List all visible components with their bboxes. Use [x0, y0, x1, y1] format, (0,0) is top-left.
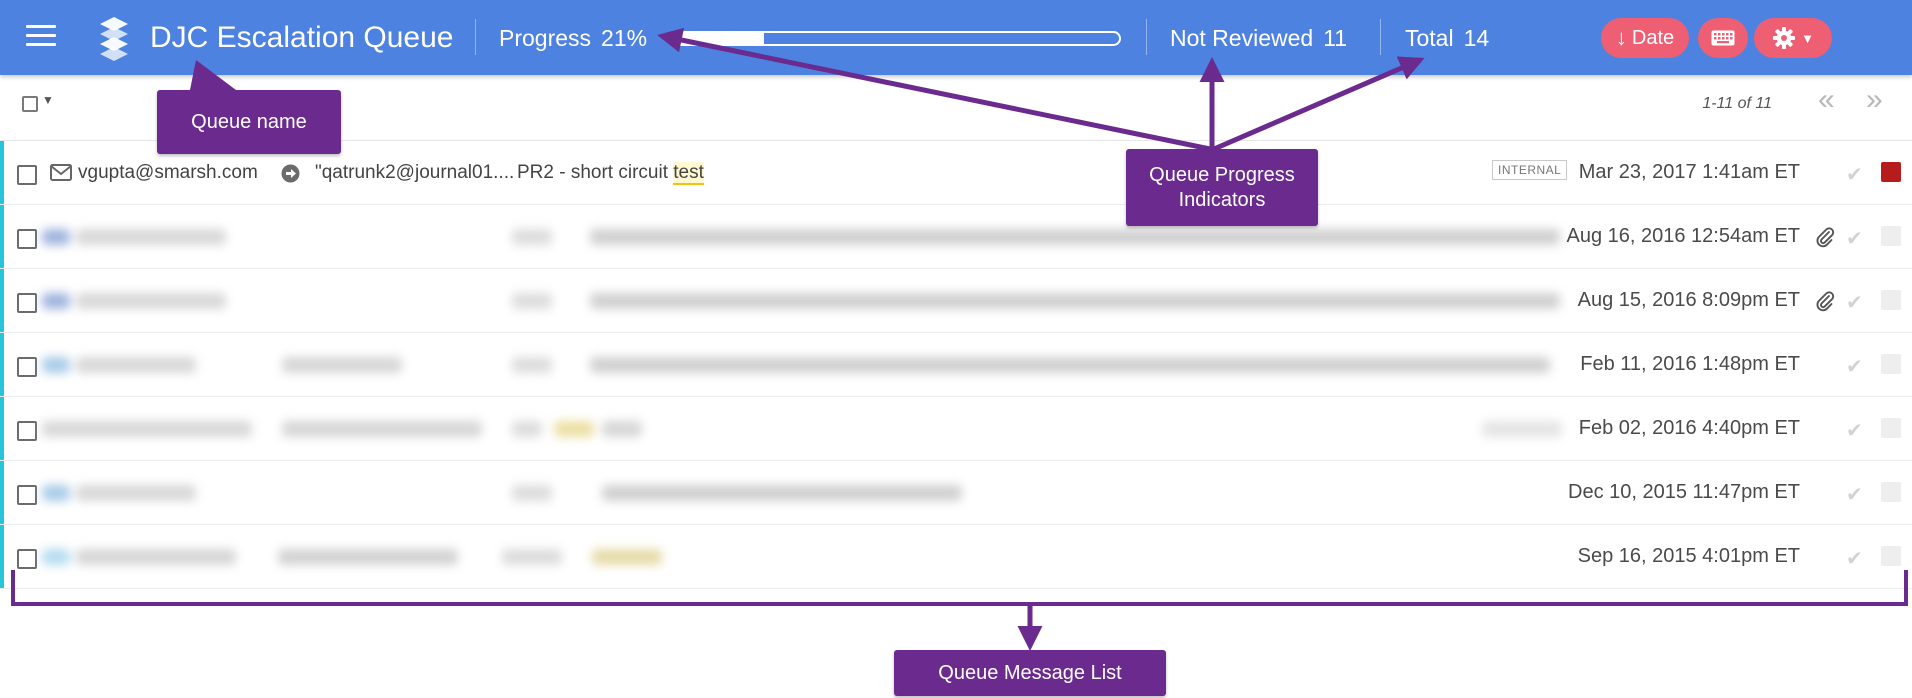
status-marker[interactable]	[1881, 290, 1901, 310]
paperclip-icon	[1816, 291, 1835, 312]
row-checkbox[interactable]	[17, 165, 37, 185]
sender: vgupta@smarsh.com	[78, 162, 258, 183]
message-row[interactable]: Sep 16, 2015 4:01pm ET ✔	[0, 525, 1912, 589]
last-page-icon[interactable]: »	[1866, 85, 1883, 115]
check-icon[interactable]: ✔	[1846, 418, 1863, 443]
queue-message-list-callout: Queue Message List	[894, 650, 1166, 696]
logo-icon	[100, 17, 128, 61]
select-options-caret-icon[interactable]: ▼	[42, 93, 54, 107]
message-date: Mar 23, 2017 1:41am ET	[1578, 161, 1800, 183]
progress-indicator: Progress 21%	[499, 22, 647, 54]
check-icon[interactable]: ✔	[1846, 290, 1863, 315]
check-icon[interactable]: ✔	[1846, 354, 1863, 379]
queue-name-callout: Queue name	[157, 90, 341, 154]
select-all-checkbox[interactable]	[22, 96, 38, 112]
message-date: Sep 16, 2015 4:01pm ET	[1577, 545, 1800, 567]
row-checkbox[interactable]	[17, 293, 37, 313]
paperclip-icon	[1816, 227, 1835, 248]
redacted-message-content	[42, 535, 1572, 579]
app-header: DJC Escalation Queue Progress 21% Not Rev…	[0, 0, 1912, 75]
callout-line: Indicators	[1178, 188, 1266, 211]
mail-icon	[50, 164, 72, 181]
subject-highlight: test	[673, 162, 704, 185]
status-marker[interactable]	[1881, 418, 1901, 438]
check-icon[interactable]: ✔	[1846, 546, 1863, 571]
status-marker[interactable]	[1881, 354, 1901, 374]
gear-icon	[1773, 27, 1796, 49]
message-date: Feb 11, 2016 1:48pm ET	[1580, 353, 1800, 375]
unread-indicator	[0, 397, 4, 460]
first-page-icon[interactable]: «	[1818, 85, 1835, 115]
sort-button-label: Date	[1631, 26, 1675, 49]
redacted-message-content	[42, 471, 1572, 515]
unread-indicator	[0, 333, 4, 396]
status-marker[interactable]	[1881, 546, 1901, 566]
redacted-message-content	[42, 343, 1572, 387]
total-indicator: Total 14	[1405, 22, 1489, 54]
keyboard-shortcuts-button[interactable]	[1698, 18, 1748, 58]
message-row[interactable]: Aug 16, 2016 12:54am ET ✔	[0, 205, 1912, 269]
unread-indicator	[0, 141, 4, 204]
queue-name-title: DJC Escalation Queue	[150, 21, 454, 54]
total-label: Total	[1405, 25, 1454, 51]
redacted-message-content	[42, 407, 1572, 451]
redacted-message-content	[42, 215, 1572, 259]
sort-by-date-button[interactable]: ↓ Date	[1601, 18, 1689, 58]
row-checkbox[interactable]	[17, 229, 37, 249]
unread-indicator	[0, 205, 4, 268]
settings-menu-button[interactable]: ▼	[1754, 18, 1832, 58]
redacted-message-content	[42, 279, 1572, 323]
unread-indicator	[0, 269, 4, 332]
queue-message-list: vgupta@smarsh.com "qatrunk2@journal01...…	[0, 141, 1912, 589]
unread-indicator	[0, 461, 4, 524]
header-divider	[1380, 19, 1381, 55]
check-icon[interactable]: ✔	[1846, 226, 1863, 251]
subject-text: PR2 - short circuit	[517, 162, 674, 183]
header-divider	[475, 19, 476, 55]
queue-progress-callout: Queue Progress Indicators	[1126, 149, 1318, 226]
menu-icon[interactable]	[26, 25, 58, 51]
row-checkbox[interactable]	[17, 421, 37, 441]
not-reviewed-indicator: Not Reviewed 11	[1170, 22, 1347, 54]
status-marker[interactable]	[1881, 226, 1901, 246]
message-row[interactable]: Feb 11, 2016 1:48pm ET ✔	[0, 333, 1912, 397]
status-marker[interactable]	[1881, 482, 1901, 502]
pagination-range: 1-11 of 11	[1702, 95, 1772, 112]
message-date: Feb 02, 2016 4:40pm ET	[1578, 417, 1800, 439]
header-divider	[1146, 19, 1147, 55]
unread-indicator	[0, 525, 4, 588]
message-row[interactable]: Dec 10, 2015 11:47pm ET ✔	[0, 461, 1912, 525]
chevron-down-icon: ▼	[1801, 30, 1814, 46]
progress-value: 21%	[601, 25, 648, 51]
message-row[interactable]: Feb 02, 2016 4:40pm ET ✔	[0, 397, 1912, 461]
not-reviewed-label: Not Reviewed	[1170, 25, 1314, 51]
subject: PR2 - short circuit test	[517, 162, 704, 185]
message-date: Aug 16, 2016 12:54am ET	[1566, 225, 1801, 247]
total-count: 14	[1463, 25, 1490, 51]
check-icon[interactable]: ✔	[1846, 162, 1863, 187]
progress-bar-fill	[669, 33, 764, 44]
row-checkbox[interactable]	[17, 357, 37, 377]
message-date: Aug 15, 2016 8:09pm ET	[1577, 289, 1800, 311]
not-reviewed-count: 11	[1323, 25, 1348, 51]
message-date: Dec 10, 2015 11:47pm ET	[1568, 481, 1800, 503]
row-checkbox[interactable]	[17, 485, 37, 505]
callout-line: Queue Progress	[1149, 163, 1295, 186]
progress-label: Progress	[499, 25, 592, 51]
keyboard-icon	[1711, 30, 1735, 46]
arrow-right-circle-icon	[281, 164, 300, 183]
recipient: "qatrunk2@journal01....	[315, 162, 515, 183]
arrow-down-icon: ↓	[1615, 25, 1627, 50]
progress-bar	[667, 31, 1121, 46]
message-row[interactable]: Aug 15, 2016 8:09pm ET ✔	[0, 269, 1912, 333]
check-icon[interactable]: ✔	[1846, 482, 1863, 507]
status-marker[interactable]	[1881, 162, 1901, 182]
internal-tag: INTERNAL	[1492, 160, 1568, 180]
row-checkbox[interactable]	[17, 549, 37, 569]
